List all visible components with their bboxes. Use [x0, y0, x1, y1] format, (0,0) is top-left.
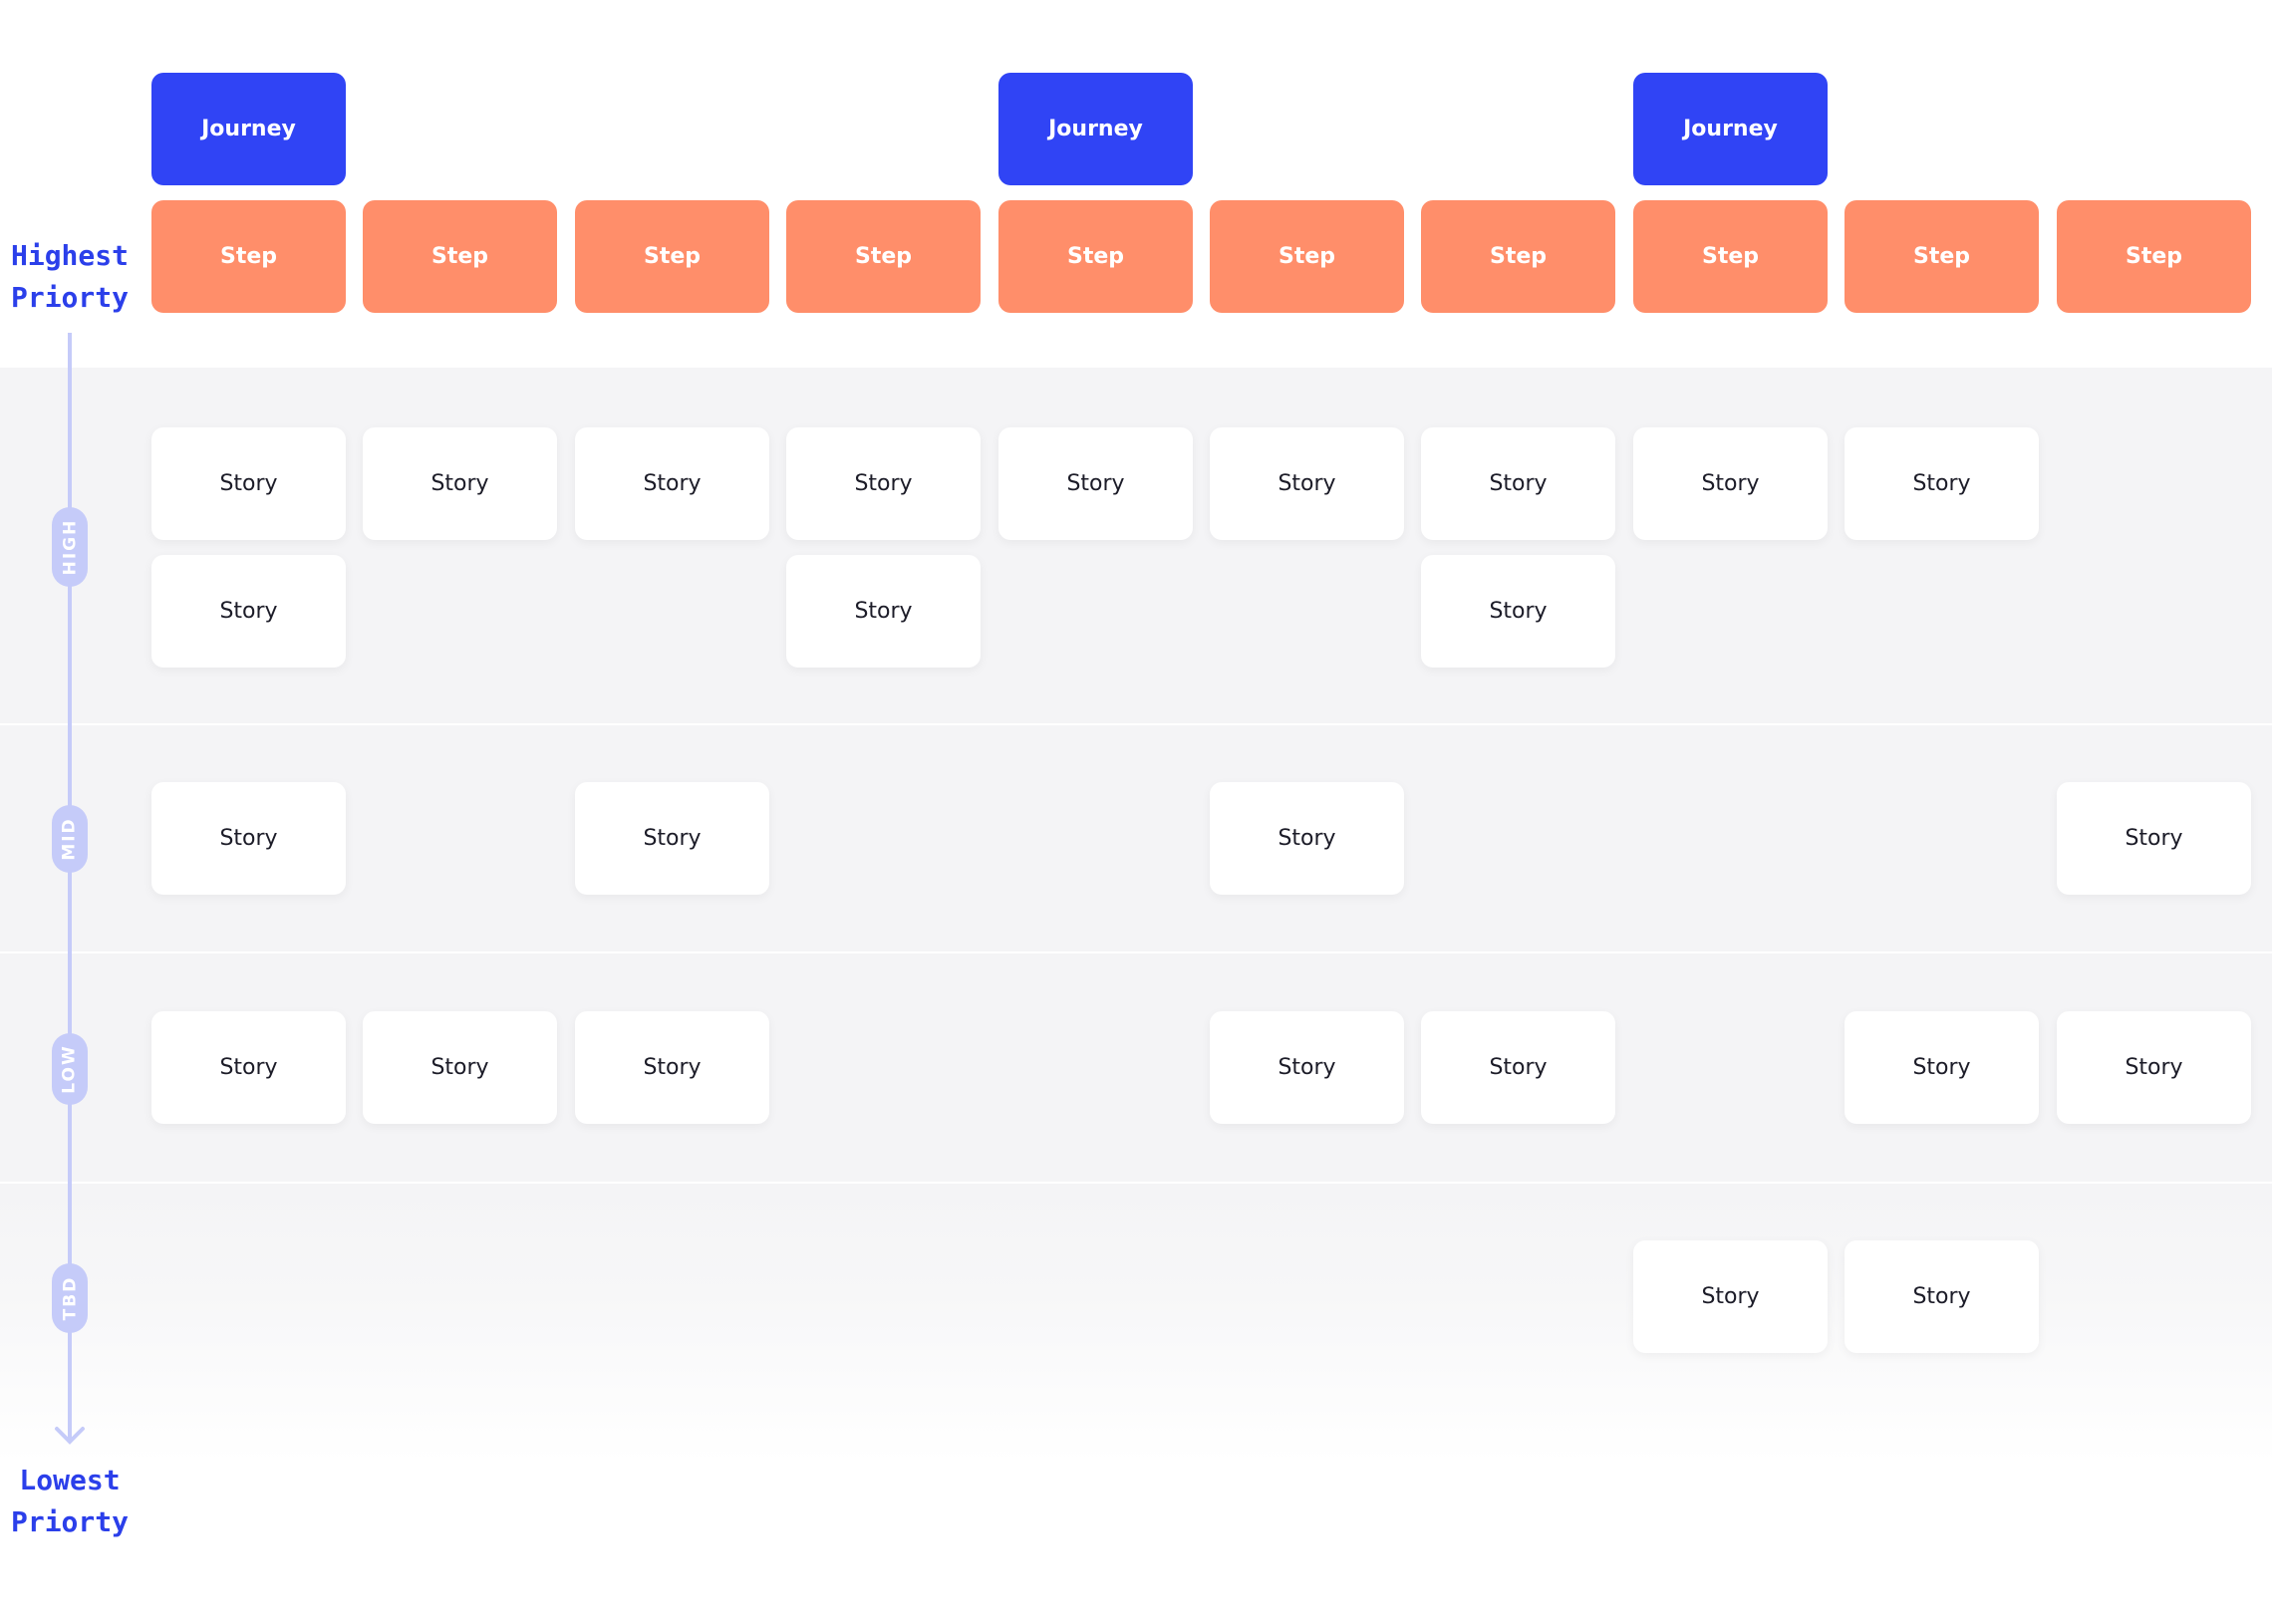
story-card[interactable]: Story: [2057, 1011, 2251, 1124]
priority-pill-low: LOW: [52, 1033, 88, 1105]
journey-card[interactable]: Journey: [151, 73, 346, 185]
story-card[interactable]: Story: [1633, 1240, 1828, 1353]
arrow-down-icon: [55, 1427, 85, 1445]
story-card[interactable]: Story: [363, 1011, 557, 1124]
step-card[interactable]: Step: [1421, 200, 1615, 313]
priority-pill-tbd: TBD: [52, 1263, 88, 1333]
pill-label: HIGH: [60, 518, 81, 576]
step-card[interactable]: Step: [2057, 200, 2251, 313]
step-card[interactable]: Step: [151, 200, 346, 313]
story-card[interactable]: Story: [1421, 1011, 1615, 1124]
story-card[interactable]: Story: [786, 427, 981, 540]
story-card[interactable]: Story: [575, 427, 769, 540]
lowest-priority-line-1: Lowest: [19, 1464, 121, 1496]
story-card[interactable]: Story: [998, 427, 1193, 540]
story-card[interactable]: Story: [363, 427, 557, 540]
step-card[interactable]: Step: [1633, 200, 1828, 313]
story-card[interactable]: Story: [1210, 782, 1404, 895]
step-card[interactable]: Step: [1210, 200, 1404, 313]
step-card[interactable]: Step: [1845, 200, 2039, 313]
story-card[interactable]: Story: [1633, 427, 1828, 540]
story-card[interactable]: Story: [151, 555, 346, 668]
journey-card[interactable]: Journey: [998, 73, 1193, 185]
journey-card[interactable]: Journey: [1633, 73, 1828, 185]
step-card[interactable]: Step: [786, 200, 981, 313]
pill-label: MID: [60, 817, 81, 861]
story-card[interactable]: Story: [151, 782, 346, 895]
story-card[interactable]: Story: [786, 555, 981, 668]
story-card[interactable]: Story: [1845, 427, 2039, 540]
step-card[interactable]: Step: [363, 200, 557, 313]
highest-priority-line-1: Highest: [10, 239, 129, 272]
priority-pill-high: HIGH: [52, 507, 88, 587]
story-card[interactable]: Story: [1210, 1011, 1404, 1124]
highest-priority-label: Highest Priorty: [0, 235, 140, 319]
story-card[interactable]: Story: [1845, 1011, 2039, 1124]
story-card[interactable]: Story: [151, 1011, 346, 1124]
pill-label: TBD: [60, 1275, 81, 1321]
lowest-priority-line-2: Priorty: [10, 1505, 129, 1538]
pill-label: LOW: [60, 1044, 80, 1094]
highest-priority-line-2: Priorty: [10, 281, 129, 314]
story-card[interactable]: Story: [575, 1011, 769, 1124]
story-card[interactable]: Story: [1210, 427, 1404, 540]
priority-pill-mid: MID: [52, 805, 88, 873]
story-card[interactable]: Story: [1421, 427, 1615, 540]
story-card[interactable]: Story: [1845, 1240, 2039, 1353]
step-card[interactable]: Step: [575, 200, 769, 313]
story-card[interactable]: Story: [575, 782, 769, 895]
lowest-priority-label: Lowest Priorty: [0, 1460, 140, 1543]
step-card[interactable]: Step: [998, 200, 1193, 313]
story-card[interactable]: Story: [2057, 782, 2251, 895]
story-card[interactable]: Story: [1421, 555, 1615, 668]
story-card[interactable]: Story: [151, 427, 346, 540]
priority-band-high: [0, 368, 2272, 723]
